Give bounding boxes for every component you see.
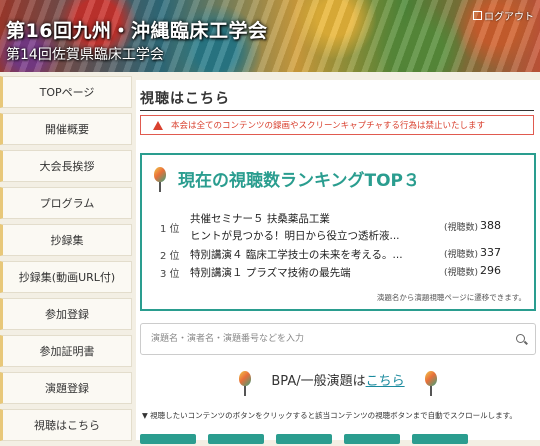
content-jump-button[interactable] [412,434,468,444]
main-content: 視聴はこちら 本会は全てのコンテンツの録画やスクリーンキャプチャする行為は禁止い… [136,80,540,444]
header-banner: 第16回九州・沖縄臨床工学会 第14回佐賀県臨床工学会 ログアウト [0,0,540,72]
recording-warning: 本会は全てのコンテンツの録画やスクリーンキャプチャする行為は禁止いたします [140,115,534,135]
bpa-prefix: BPA/一般演題は [271,374,366,389]
content-button-row [140,434,468,444]
ranking-box: 現在の視聴数ランキングTOP３ 1 位 共催セミナー５ 扶桑薬品工業 ヒントが見… [140,153,536,311]
sidebar-nav: TOPページ 開催概要 大会長挨拶 プログラム 抄録集 抄録集(動画URL付) … [0,76,132,446]
balloon-icon [239,371,252,396]
rank-position: 3 位 [160,269,180,280]
sidebar-item-viewing[interactable]: 視聴はこちら [0,409,132,441]
logout-label: ログアウト [484,12,534,23]
sidebar-item-certificate[interactable]: 参加証明書 [0,335,132,367]
search-icon[interactable] [516,334,525,343]
warning-text: 本会は全てのコンテンツの録画やスクリーンキャプチャする行為は禁止いたします [171,121,485,131]
ranking-title-link[interactable]: 特別講演１ プラズマ技術の最先端 [190,265,420,280]
sidebar-item-abstracts-video[interactable]: 抄録集(動画URL付) [0,261,132,293]
sidebar-item-overview[interactable]: 開催概要 [0,113,132,145]
rank-position: 1 位 [160,224,180,235]
sidebar-item-program[interactable]: プログラム [0,187,132,219]
view-count-label: (視聴数) [444,268,479,278]
logout-button[interactable]: ログアウト [473,8,534,23]
sidebar-item-registration[interactable]: 参加登録 [0,298,132,330]
content-jump-button[interactable] [344,434,400,444]
ranking-note: 演題名から演題視聴ページに遷移できます。 [376,293,526,302]
sidebar-item-submission[interactable]: 演題登録 [0,372,132,404]
sidebar-item-top[interactable]: TOPページ [0,76,132,108]
search-bar [140,323,536,355]
sidebar-item-greeting[interactable]: 大会長挨拶 [0,150,132,182]
rank-position: 2 位 [160,251,180,262]
ranking-title-link[interactable]: 共催セミナー５ 扶桑薬品工業 [190,211,420,226]
page-title: 視聴はこちら [140,88,534,111]
scroll-instruction: ▼ 視聴したいコンテンツのボタンをクリックすると該当コンテンツの視聴ボタンまで自… [142,411,517,420]
ranking-title-link[interactable]: ヒントが見つかる！明日から役立つ透析液... [190,228,420,243]
ranking-title: 現在の視聴数ランキングTOP３ [178,171,420,191]
sidebar-item-abstracts[interactable]: 抄録集 [0,224,132,256]
logout-icon [473,11,482,20]
content-jump-button[interactable] [140,434,196,444]
conference-title: 第16回九州・沖縄臨床工学会 [6,20,268,42]
bpa-link-line: BPA/一般演題はこちら [136,370,540,396]
content-jump-button[interactable] [208,434,264,444]
view-count: 296 [480,264,501,277]
view-count: 388 [480,219,501,232]
search-input[interactable] [149,333,513,345]
balloon-icon [424,371,437,396]
conference-subtitle: 第14回佐賀県臨床工学会 [6,47,164,63]
view-count-label: (視聴数) [444,250,479,260]
balloon-icon [154,167,166,192]
bpa-here-link[interactable]: こちら [366,374,405,389]
content-jump-button[interactable] [276,434,332,444]
ranking-title-link[interactable]: 特別講演４ 臨床工学技士の未来を考える。... [190,247,420,262]
view-count-label: (視聴数) [444,223,479,233]
warning-icon [153,120,163,130]
view-count: 337 [480,246,501,259]
